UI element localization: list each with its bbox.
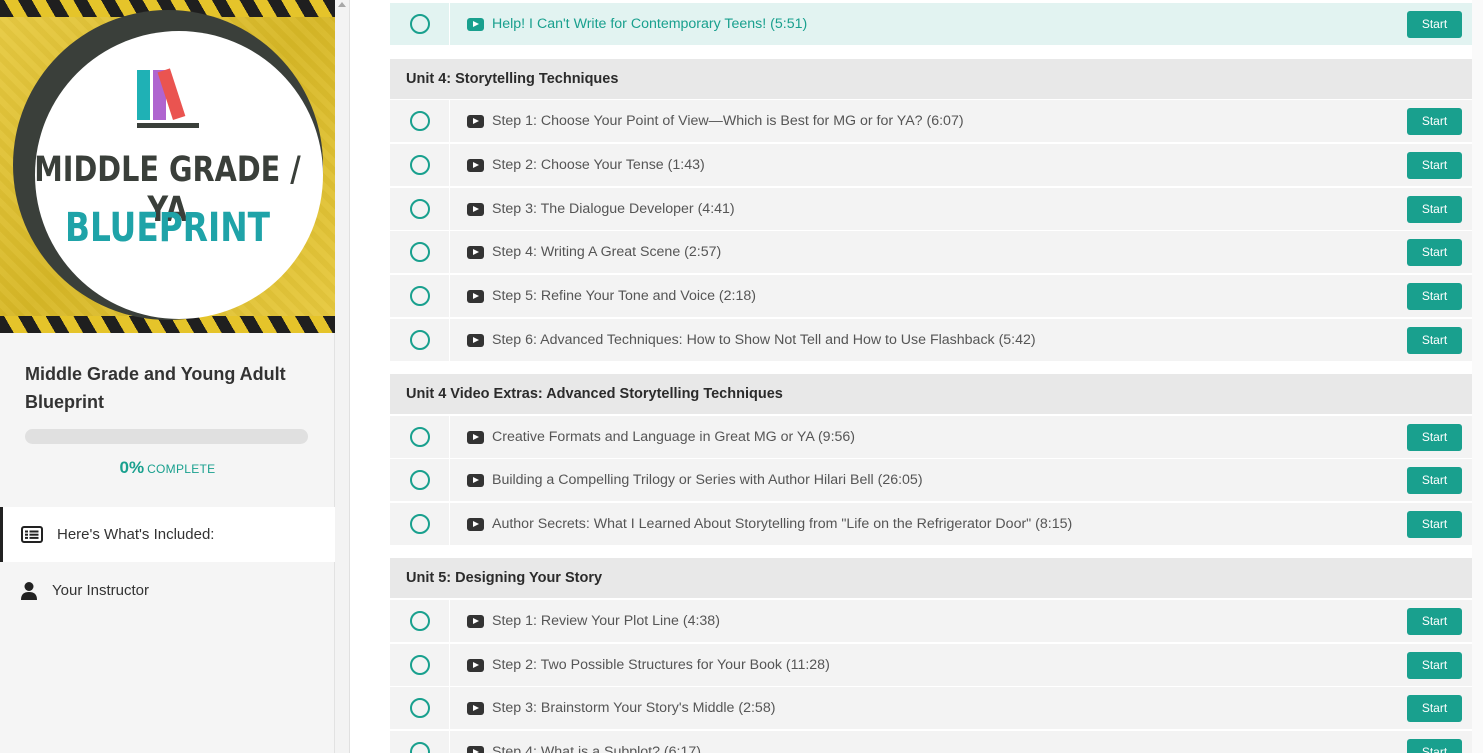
lesson-row[interactable]: Step 5: Refine Your Tone and Voice (2:18… (390, 274, 1472, 318)
video-play-icon (467, 158, 484, 172)
scroll-up-icon[interactable] (338, 2, 346, 7)
video-play-icon (467, 202, 484, 216)
lesson-status-circle-icon (409, 14, 430, 34)
progress-percent: 0% (119, 458, 145, 477)
course-page: MIDDLE GRADE / YA BLUEPRINT Middle Grade… (0, 0, 1483, 753)
lesson-title[interactable]: Step 3: Brainstorm Your Story's Middle (… (492, 700, 1407, 716)
start-button[interactable]: Start (1407, 607, 1462, 635)
lesson-row[interactable]: Author Secrets: What I Learned About Sto… (390, 502, 1472, 546)
lesson-title[interactable]: Step 1: Choose Your Point of View—Which … (492, 113, 1407, 129)
lesson-row[interactable]: Creative Formats and Language in Great M… (390, 415, 1472, 459)
sidebar-item-whats-included[interactable]: Here's What's Included: (0, 507, 335, 562)
progress-label: 0% COMPLETE (0, 458, 335, 478)
unit-header: Unit 4 Video Extras: Advanced Storytelli… (390, 374, 1472, 414)
lesson-row[interactable]: Step 3: The Dialogue Developer (4:41) St… (390, 187, 1472, 231)
video-play-icon (467, 17, 484, 31)
progress-bar (25, 429, 308, 444)
course-cover-image: MIDDLE GRADE / YA BLUEPRINT (0, 0, 335, 333)
lesson-row[interactable]: Step 1: Review Your Plot Line (4:38) Sta… (390, 599, 1472, 643)
lesson-status-circle-icon (409, 611, 430, 631)
start-button[interactable]: Start (1407, 107, 1462, 135)
lesson-status-circle-icon (409, 655, 430, 675)
progress-word: COMPLETE (147, 462, 216, 476)
user-icon (18, 580, 40, 602)
start-button[interactable]: Start (1407, 326, 1462, 354)
list-icon (21, 524, 43, 546)
lesson-title[interactable]: Step 4: What is a Subplot? (6:17) (492, 744, 1407, 753)
lesson-title[interactable]: Step 3: The Dialogue Developer (4:41) (492, 201, 1407, 217)
sidebar-item-label: Here's What's Included: (57, 526, 215, 543)
lesson-row[interactable]: Step 1: Choose Your Point of View—Which … (390, 99, 1472, 143)
lesson-status-circle-icon (409, 155, 430, 175)
video-play-icon (467, 114, 484, 128)
lesson-title[interactable]: Step 1: Review Your Plot Line (4:38) (492, 613, 1407, 629)
main-scrollbar[interactable] (1472, 0, 1483, 753)
lesson-status-circle-icon (409, 286, 430, 306)
lesson-status-circle-icon (409, 330, 430, 350)
lesson-row[interactable]: Help! I Can't Write for Contemporary Tee… (390, 2, 1472, 46)
video-play-icon (467, 430, 484, 444)
sidebar-item-instructor[interactable]: Your Instructor (0, 563, 335, 618)
start-button[interactable]: Start (1407, 423, 1462, 451)
lesson-title[interactable]: Step 2: Choose Your Tense (1:43) (492, 157, 1407, 173)
video-play-icon (467, 701, 484, 715)
lesson-status-circle-icon (409, 514, 430, 534)
lesson-title[interactable]: Author Secrets: What I Learned About Sto… (492, 516, 1407, 532)
video-play-icon (467, 745, 484, 753)
cover-subtitle: BLUEPRINT (64, 205, 271, 251)
sidebar-scrollbar[interactable] (335, 0, 350, 753)
video-play-icon (467, 658, 484, 672)
books-logo-icon (137, 68, 199, 128)
video-play-icon (467, 333, 484, 347)
lesson-row[interactable]: Step 3: Brainstorm Your Story's Middle (… (390, 686, 1472, 730)
course-curriculum: Help! I Can't Write for Contemporary Tee… (390, 0, 1472, 753)
lesson-row[interactable]: Step 4: What is a Subplot? (6:17) Start (390, 730, 1472, 753)
lesson-row[interactable]: Building a Compelling Trilogy or Series … (390, 458, 1472, 502)
video-play-icon (467, 289, 484, 303)
sidebar-item-label: Your Instructor (52, 582, 149, 599)
unit-header: Unit 4: Storytelling Techniques (390, 59, 1472, 99)
lesson-row[interactable]: Step 2: Two Possible Structures for Your… (390, 643, 1472, 687)
start-button[interactable]: Start (1407, 510, 1462, 538)
lesson-status-circle-icon (409, 742, 430, 753)
lesson-title[interactable]: Step 5: Refine Your Tone and Voice (2:18… (492, 288, 1407, 304)
lesson-status-circle-icon (409, 427, 430, 447)
start-button[interactable]: Start (1407, 694, 1462, 722)
start-button[interactable]: Start (1407, 195, 1462, 223)
start-button[interactable]: Start (1407, 466, 1462, 494)
lesson-status-circle-icon (409, 242, 430, 262)
video-play-icon (467, 517, 484, 531)
unit-header: Unit 5: Designing Your Story (390, 558, 1472, 598)
video-play-icon (467, 245, 484, 259)
start-button[interactable]: Start (1407, 738, 1462, 753)
lesson-row[interactable]: Step 2: Choose Your Tense (1:43) Start (390, 143, 1472, 187)
lesson-row[interactable]: Step 4: Writing A Great Scene (2:57) Sta… (390, 230, 1472, 274)
lesson-status-circle-icon (409, 698, 430, 718)
lesson-title[interactable]: Step 6: Advanced Techniques: How to Show… (492, 332, 1407, 348)
video-play-icon (467, 473, 484, 487)
start-button[interactable]: Start (1407, 282, 1462, 310)
lesson-status-circle-icon (409, 111, 430, 131)
lesson-status-circle-icon (409, 199, 430, 219)
start-button[interactable]: Start (1407, 10, 1462, 38)
lesson-title[interactable]: Help! I Can't Write for Contemporary Tee… (492, 16, 1407, 32)
video-play-icon (467, 614, 484, 628)
lesson-title[interactable]: Step 2: Two Possible Structures for Your… (492, 657, 1407, 673)
lesson-title[interactable]: Creative Formats and Language in Great M… (492, 429, 1407, 445)
course-title: Middle Grade and Young Adult Blueprint (25, 364, 286, 412)
course-sidebar: MIDDLE GRADE / YA BLUEPRINT Middle Grade… (0, 0, 335, 753)
start-button[interactable]: Start (1407, 238, 1462, 266)
lesson-title[interactable]: Step 4: Writing A Great Scene (2:57) (492, 244, 1407, 260)
start-button[interactable]: Start (1407, 651, 1462, 679)
lesson-status-circle-icon (409, 470, 430, 490)
lesson-title[interactable]: Building a Compelling Trilogy or Series … (492, 472, 1407, 488)
lesson-row[interactable]: Step 6: Advanced Techniques: How to Show… (390, 318, 1472, 362)
start-button[interactable]: Start (1407, 151, 1462, 179)
